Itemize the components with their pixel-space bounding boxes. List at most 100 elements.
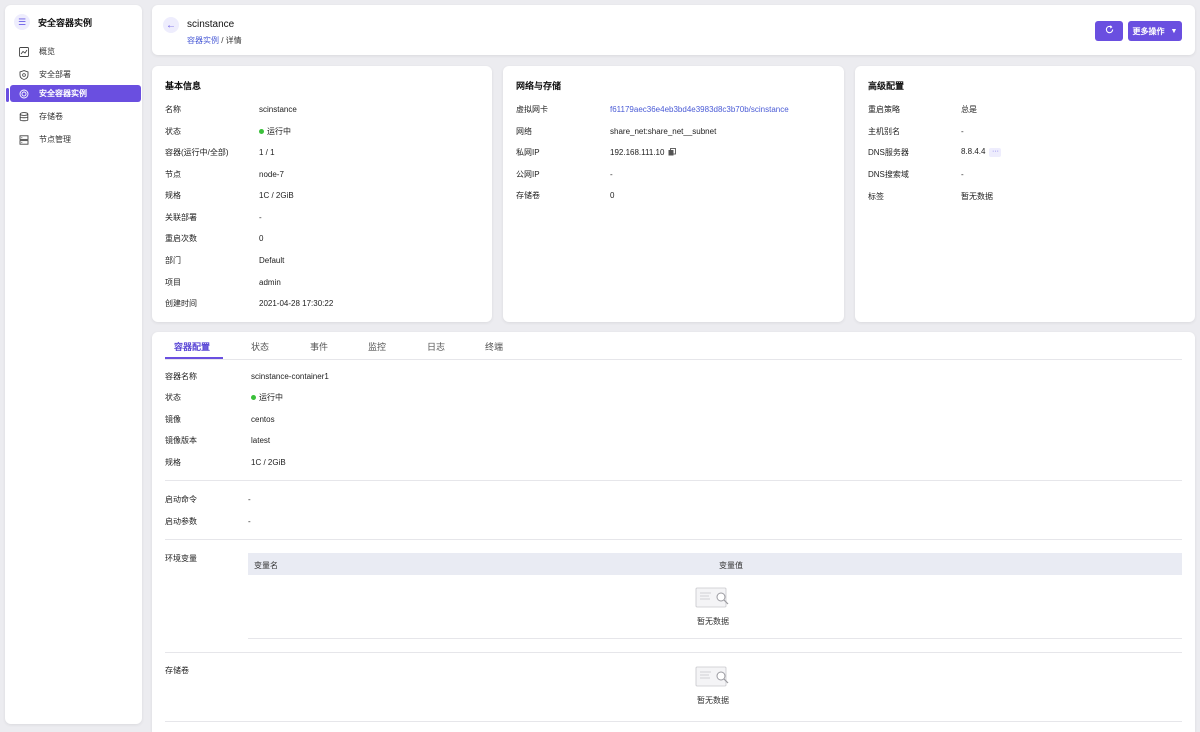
divider xyxy=(165,480,1182,481)
menu-icon[interactable]: ☰ xyxy=(14,14,30,30)
status-value: 运行中 xyxy=(251,392,283,403)
sidebar-item-volumes[interactable]: 存储卷 xyxy=(10,108,141,125)
card-heading: 高级配置 xyxy=(868,81,905,91)
info-row: 创建时间 2021-04-28 17:30:22 xyxy=(165,297,485,309)
copy-icon[interactable] xyxy=(668,148,677,156)
info-key: 规格 xyxy=(165,457,181,467)
info-row: 重启次数 0 xyxy=(165,232,485,244)
info-row: 节点 node-7 xyxy=(165,168,485,180)
info-key: 关联部署 xyxy=(165,212,197,222)
volume-label: 存储卷 xyxy=(165,665,189,675)
divider xyxy=(248,638,1182,639)
refresh-button[interactable] xyxy=(1095,21,1123,41)
detail-tabs-panel: 容器配置 状态 事件 监控 日志 终端 容器名称 scinstance-conta… xyxy=(152,332,1195,732)
status-text: 运行中 xyxy=(267,126,291,136)
sidebar-item-nodes[interactable]: 节点管理 xyxy=(10,131,141,148)
info-key: DNS服务器 xyxy=(868,147,909,157)
info-key: 创建时间 xyxy=(165,298,197,308)
info-key: 状态 xyxy=(165,392,181,402)
info-key: 名称 xyxy=(165,104,181,114)
sidebar-item-label: 节点管理 xyxy=(39,135,71,144)
info-row: 主机别名 - xyxy=(868,125,1188,137)
breadcrumb-link[interactable]: 容器实例 xyxy=(187,36,219,45)
database-icon xyxy=(19,111,29,122)
info-value: scinstance xyxy=(259,104,297,114)
info-row: 关联部署 - xyxy=(165,211,485,223)
info-key: 公网IP xyxy=(516,169,540,179)
info-key: 启动参数 xyxy=(165,516,197,526)
info-value: 0 xyxy=(610,190,615,200)
status-value: 运行中 xyxy=(259,126,291,137)
info-value: 1C / 2GiB xyxy=(251,457,286,467)
tab-events[interactable]: 事件 xyxy=(310,340,328,353)
tab-container-config[interactable]: 容器配置 xyxy=(174,340,210,353)
start-cmd-row: 启动命令 - xyxy=(165,493,665,505)
basic-info-card: 基本信息 名称 scinstance 状态 运行中 容器(运行中/全部) 1 / 1 … xyxy=(152,66,492,322)
active-indicator xyxy=(6,88,9,102)
refresh-icon xyxy=(1105,25,1114,37)
info-key: 存储卷 xyxy=(516,190,540,200)
info-key: 部门 xyxy=(165,255,181,265)
sidebar-item-overview[interactable]: 概览 xyxy=(10,43,141,60)
info-key: 镜像 xyxy=(165,414,181,424)
info-row: 存储卷 0 xyxy=(516,189,836,201)
info-row: 公网IP - xyxy=(516,168,836,180)
empty-data-icon xyxy=(695,665,731,689)
info-value: - xyxy=(961,126,964,136)
sidebar-header: ☰ 安全容器实例 xyxy=(5,5,142,39)
info-key: 规格 xyxy=(165,190,181,200)
info-key: 私网IP xyxy=(516,147,540,157)
info-value: - xyxy=(610,169,613,179)
advanced-config-card: 高级配置 重启策略 总是 主机别名 - DNS服务器 8.8.4.4 ··· DNS搜索… xyxy=(855,66,1195,322)
info-value: node-7 xyxy=(259,169,284,179)
gear-icon xyxy=(19,89,29,99)
info-row: 重启策略 总是 xyxy=(868,103,1188,115)
info-value: admin xyxy=(259,277,281,287)
empty-label: 暂无数据 xyxy=(697,617,729,626)
info-key: 网络 xyxy=(516,126,532,136)
env-label: 环境变量 xyxy=(165,553,197,563)
breadcrumb-current: 详情 xyxy=(225,36,242,45)
info-row: DNS服务器 8.8.4.4 ··· xyxy=(868,146,1188,158)
info-value: - xyxy=(248,494,251,504)
sidebar: ☰ 安全容器实例 概览 安全部署 安全容器实例 存储卷 节点管理 xyxy=(5,5,142,724)
active-tab-indicator xyxy=(165,357,223,359)
empty-data-icon xyxy=(695,586,731,610)
info-key: 镜像版本 xyxy=(165,435,197,445)
info-value: latest xyxy=(251,435,271,445)
info-key: DNS搜索域 xyxy=(868,169,909,179)
divider xyxy=(165,721,1182,722)
info-value: - xyxy=(961,169,964,179)
sidebar-item-label: 安全部署 xyxy=(39,70,71,79)
tab-monitor[interactable]: 监控 xyxy=(368,340,386,353)
info-value: centos xyxy=(251,414,275,424)
dns-value: 8.8.4.4 ··· xyxy=(961,147,1002,157)
info-row: DNS搜索域 - xyxy=(868,168,1188,180)
container-row: 状态 运行中 xyxy=(165,391,665,403)
tab-terminal[interactable]: 终端 xyxy=(485,340,503,353)
container-row: 规格 1C / 2GiB xyxy=(165,456,665,468)
info-row: 虚拟网卡 f61179aec36e4eb3bd4e3983d8c3b70b/sci… xyxy=(516,103,836,115)
more-dots-icon[interactable]: ··· xyxy=(989,147,1002,157)
ip-text: 192.168.111.10 xyxy=(610,147,665,157)
info-value: share_net:share_net__subnet xyxy=(610,126,717,136)
tab-logs[interactable]: 日志 xyxy=(427,340,445,353)
network-storage-card: 网络与存储 虚拟网卡 f61179aec36e4eb3bd4e3983d8c3b7… xyxy=(503,66,844,322)
page-header: ← scinstance 容器实例 / 详情 更多操作 ▼ xyxy=(152,5,1195,55)
info-row: 标签 暂无数据 xyxy=(868,190,1188,202)
more-actions-button[interactable]: 更多操作 ▼ xyxy=(1128,21,1182,41)
sidebar-item-instances[interactable]: 安全容器实例 xyxy=(10,85,141,102)
nic-link[interactable]: f61179aec36e4eb3bd4e3983d8c3b70b/scinsta… xyxy=(610,105,789,114)
info-key: 标签 xyxy=(868,191,884,201)
tab-status[interactable]: 状态 xyxy=(251,340,269,353)
column-header-name: 变量名 xyxy=(254,561,278,570)
divider xyxy=(165,539,1182,540)
info-row: 规格 1C / 2GiB xyxy=(165,189,485,201)
info-key: 项目 xyxy=(165,277,181,287)
sidebar-item-deploy[interactable]: 安全部署 xyxy=(10,66,141,83)
info-row: 容器(运行中/全部) 1 / 1 xyxy=(165,146,485,158)
info-value: 总是 xyxy=(961,104,977,114)
column-header-value: 变量值 xyxy=(719,561,743,570)
back-arrow-icon[interactable]: ← xyxy=(163,17,179,33)
volume-label-row: 存储卷 xyxy=(165,664,245,676)
